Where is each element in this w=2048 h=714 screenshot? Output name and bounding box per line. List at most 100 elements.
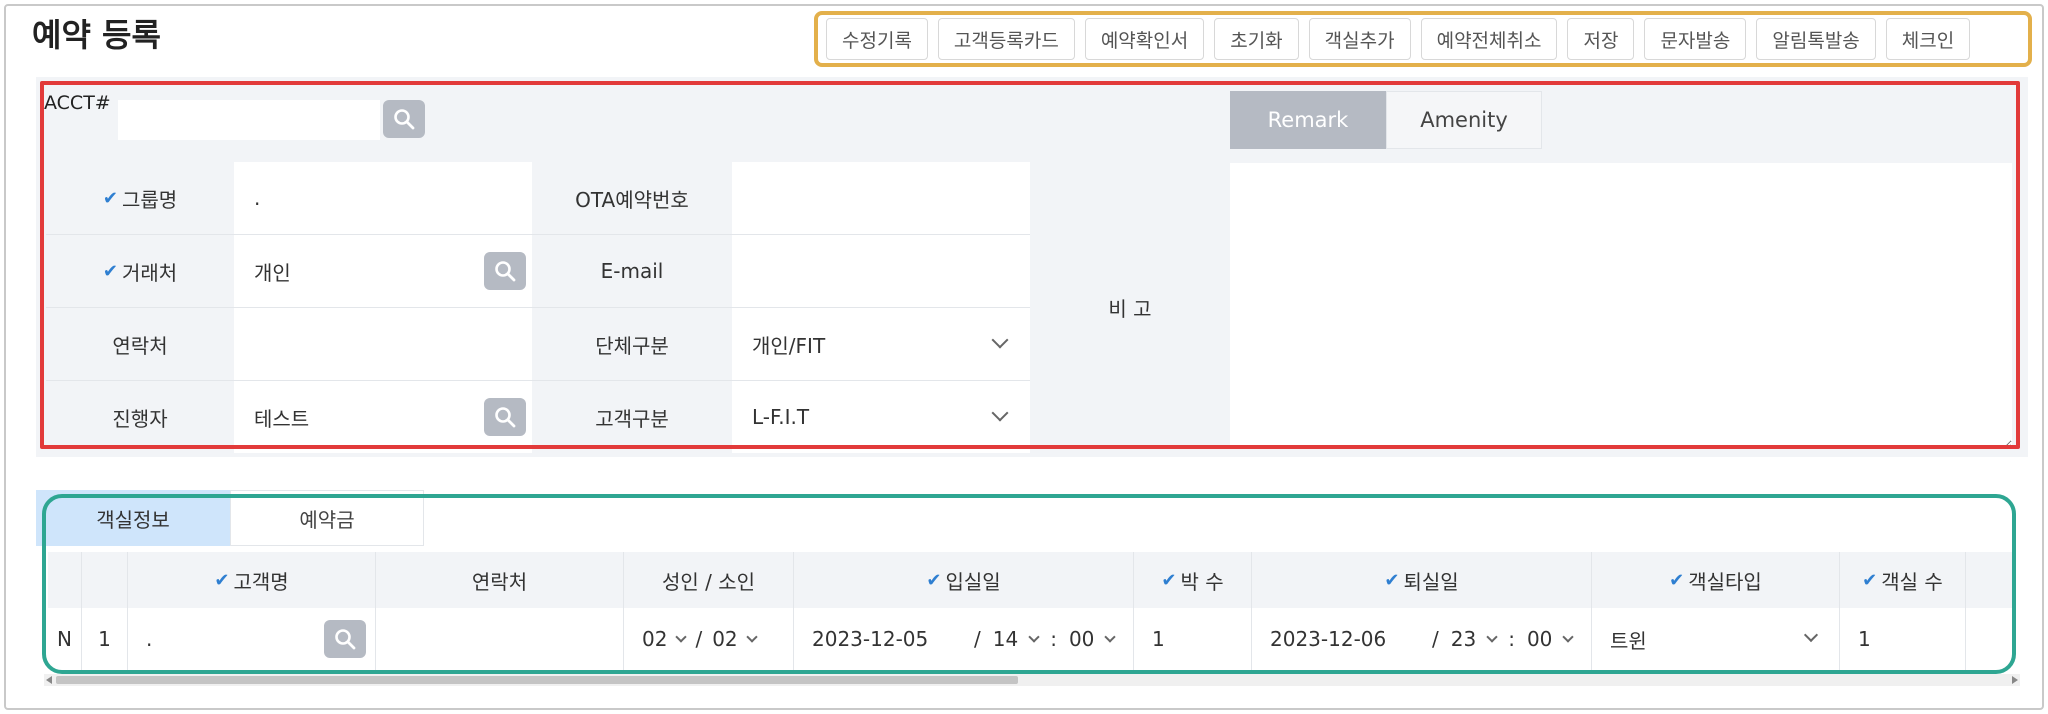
checkout-cell: 2023-12-06 / 23 : 00 bbox=[1252, 608, 1592, 670]
remark-label: 비 고 bbox=[1030, 162, 1230, 453]
guest-separator: / bbox=[695, 627, 703, 651]
ota-number-label: OTA예약번호 bbox=[532, 162, 732, 234]
reservation-confirmation-button[interactable]: 예약확인서 bbox=[1084, 18, 1205, 60]
cancel-all-button[interactable]: 예약전체취소 bbox=[1420, 18, 1558, 60]
header-no bbox=[82, 552, 128, 608]
room-table-header: ✔ 고객명 연락처 성인 / 소인 ✔ 입실일 ✔ 박 수 ✔ 퇴실일 ✔ 객실타입 ✔ 객… bbox=[48, 552, 2016, 608]
contact-field[interactable] bbox=[234, 308, 532, 380]
checkin-minute-select[interactable]: 00 bbox=[1069, 627, 1094, 651]
checkin-date-field[interactable]: 2023-12-05 bbox=[812, 627, 962, 651]
adult-select[interactable]: 02 bbox=[642, 627, 667, 651]
date-time-separator: / bbox=[974, 627, 981, 651]
date-time-separator: / bbox=[1432, 627, 1439, 651]
checkout-date-field[interactable]: 2023-12-06 bbox=[1270, 627, 1420, 651]
search-icon bbox=[394, 109, 415, 130]
checkin-cell: 2023-12-05 / 14 : 00 bbox=[794, 608, 1134, 670]
scroll-right-icon[interactable] bbox=[2012, 676, 2018, 684]
checkout-hour-select[interactable]: 23 bbox=[1451, 627, 1476, 651]
client-search-button[interactable] bbox=[484, 252, 526, 290]
header-phone: 연락처 bbox=[376, 552, 624, 608]
nights-field[interactable]: 1 bbox=[1134, 608, 1252, 670]
chevron-down-icon bbox=[745, 631, 758, 643]
page-title: 예약 등록 bbox=[32, 16, 161, 54]
time-separator: : bbox=[1050, 627, 1057, 651]
client-label: ✔ 거래처 bbox=[46, 235, 234, 307]
modify-history-button[interactable]: 수정기록 bbox=[826, 18, 928, 60]
required-check-icon: ✔ bbox=[1384, 569, 1400, 591]
tab-amenity[interactable]: Amenity bbox=[1386, 91, 1542, 149]
remark-tabs: Remark Amenity bbox=[1230, 91, 1542, 149]
time-separator: : bbox=[1508, 627, 1515, 651]
required-check-icon: ✔ bbox=[102, 260, 118, 282]
required-check-icon: ✔ bbox=[1862, 569, 1878, 591]
tab-room-info[interactable]: 객실정보 bbox=[36, 490, 230, 546]
save-button[interactable]: 저장 bbox=[1567, 18, 1635, 60]
guest-search-button[interactable] bbox=[324, 620, 366, 658]
header-room-count: ✔ 객실 수 bbox=[1840, 552, 1966, 608]
required-check-icon: ✔ bbox=[926, 569, 942, 591]
scroll-thumb[interactable] bbox=[56, 676, 1018, 684]
search-icon bbox=[495, 407, 516, 428]
chevron-down-icon bbox=[1562, 631, 1575, 643]
room-count-field[interactable]: 1 bbox=[1840, 608, 1966, 670]
row-flag: N bbox=[48, 608, 82, 670]
required-check-icon: ✔ bbox=[214, 569, 230, 591]
checkout-minute-select[interactable]: 00 bbox=[1527, 627, 1552, 651]
customer-type-label: 고객구분 bbox=[532, 381, 732, 453]
add-room-button[interactable]: 객실추가 bbox=[1308, 18, 1411, 60]
check-in-button[interactable]: 체크인 bbox=[1885, 18, 1971, 60]
table-row: N 1 . 02 / 02 2023-12-05 / 14 : 00 1 202… bbox=[48, 608, 2016, 670]
guest-count-cell: 02 / 02 bbox=[624, 608, 794, 670]
email-field[interactable] bbox=[732, 235, 1030, 307]
search-icon bbox=[495, 261, 516, 282]
chevron-down-icon bbox=[1486, 631, 1498, 643]
guest-name-value: . bbox=[146, 627, 153, 651]
handler-search-button[interactable] bbox=[484, 398, 526, 436]
group-type-select[interactable]: 개인/FIT bbox=[732, 308, 1030, 380]
child-select[interactable]: 02 bbox=[712, 627, 737, 651]
remark-textarea[interactable] bbox=[1230, 163, 2012, 449]
scroll-left-icon[interactable] bbox=[46, 676, 52, 684]
row-divider bbox=[46, 307, 1030, 308]
header-flag bbox=[48, 552, 82, 608]
reset-button[interactable]: 초기화 bbox=[1214, 18, 1299, 60]
header-guest: ✔ 고객명 bbox=[128, 552, 376, 608]
header-room-type: ✔ 객실타입 bbox=[1592, 552, 1840, 608]
guest-name-field[interactable]: . bbox=[128, 608, 376, 670]
acct-input[interactable] bbox=[118, 100, 380, 140]
required-check-icon: ✔ bbox=[102, 187, 118, 209]
checkin-hour-select[interactable]: 14 bbox=[993, 627, 1018, 651]
ota-number-field[interactable] bbox=[732, 162, 1030, 234]
customer-card-button[interactable]: 고객등록카드 bbox=[937, 18, 1075, 60]
group-name-label: ✔ 그룹명 bbox=[46, 162, 234, 234]
reservation-form-grid: ✔ 그룹명 . OTA예약번호 ✔ 거래처 개인 E-mail 연락처 단체구분 개… bbox=[46, 162, 1230, 458]
required-check-icon: ✔ bbox=[1669, 569, 1685, 591]
tab-deposit[interactable]: 예약금 bbox=[230, 490, 424, 546]
send-alimtalk-button[interactable]: 알림톡발송 bbox=[1756, 18, 1876, 60]
room-type-value: 트윈 bbox=[1610, 628, 1647, 653]
send-sms-button[interactable]: 문자발송 bbox=[1644, 18, 1747, 60]
chevron-down-icon bbox=[1803, 627, 1819, 643]
row-number: 1 bbox=[82, 608, 128, 670]
action-toolbar: 수정기록 고객등록카드 예약확인서 초기화 객실추가 예약전체취소 저장 문자발… bbox=[814, 11, 2032, 67]
search-icon bbox=[335, 629, 356, 650]
chevron-down-icon bbox=[1028, 631, 1040, 643]
customer-type-select[interactable]: L-F.I.T bbox=[732, 381, 1030, 453]
group-type-label: 단체구분 bbox=[532, 308, 732, 380]
required-check-icon: ✔ bbox=[1161, 569, 1177, 591]
guest-phone-field[interactable] bbox=[376, 608, 624, 670]
row-divider bbox=[46, 234, 1030, 235]
handler-label: 진행자 bbox=[46, 381, 234, 453]
row-divider bbox=[46, 380, 1030, 381]
room-type-select[interactable]: 트윈 bbox=[1592, 608, 1840, 670]
contact-label: 연락처 bbox=[46, 308, 234, 380]
header-guests: 성인 / 소인 bbox=[624, 552, 794, 608]
header-checkout: ✔ 퇴실일 bbox=[1252, 552, 1592, 608]
chevron-down-icon bbox=[1104, 631, 1117, 643]
horizontal-scrollbar[interactable] bbox=[44, 674, 2020, 686]
group-name-field[interactable]: . bbox=[234, 162, 532, 234]
acct-search-button[interactable] bbox=[383, 100, 425, 138]
tab-remark[interactable]: Remark bbox=[1230, 91, 1386, 149]
header-nights: ✔ 박 수 bbox=[1134, 552, 1252, 608]
email-label: E-mail bbox=[532, 235, 732, 307]
